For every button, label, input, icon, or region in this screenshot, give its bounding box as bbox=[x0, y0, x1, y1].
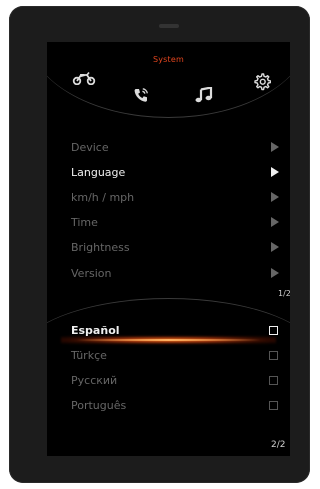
language-page-indicator: 2/2 bbox=[271, 440, 286, 450]
motorcycle-icon bbox=[72, 72, 96, 85]
tab-motorcycle[interactable] bbox=[71, 65, 97, 91]
language-checkbox-espanol[interactable] bbox=[269, 326, 278, 335]
speaker-grille bbox=[159, 24, 179, 28]
chevron-right-icon bbox=[271, 192, 279, 202]
gear-icon bbox=[254, 73, 271, 91]
tab-phone[interactable] bbox=[128, 82, 154, 108]
menu-item-brightness[interactable]: Brightness bbox=[71, 241, 130, 254]
chevron-right-icon bbox=[271, 217, 279, 227]
tab-settings[interactable] bbox=[249, 69, 275, 95]
menu-item-time[interactable]: Time bbox=[71, 216, 98, 229]
menu-item-version[interactable]: Version bbox=[71, 267, 111, 280]
language-option-russian[interactable]: Русский bbox=[71, 374, 117, 387]
language-option-portugues[interactable]: Português bbox=[71, 399, 126, 412]
language-option-espanol[interactable]: Español bbox=[71, 324, 120, 337]
language-checkbox-turkce[interactable] bbox=[269, 351, 278, 360]
menu-item-speed-unit[interactable]: km/h / mph bbox=[71, 191, 134, 204]
screen: System Device Language km/h / mph Time B… bbox=[47, 42, 290, 456]
chevron-right-icon bbox=[271, 242, 279, 252]
music-note-icon bbox=[195, 87, 213, 103]
device-frame: System Device Language km/h / mph Time B… bbox=[9, 6, 310, 483]
phone-icon bbox=[134, 88, 148, 102]
chevron-right-icon bbox=[271, 268, 279, 278]
tab-music[interactable] bbox=[191, 82, 217, 108]
chevron-right-icon bbox=[271, 167, 279, 177]
language-option-turkce[interactable]: Türkçe bbox=[71, 349, 107, 362]
menu-item-device[interactable]: Device bbox=[71, 141, 109, 154]
menu-item-language[interactable]: Language bbox=[71, 166, 125, 179]
language-checkbox-russian[interactable] bbox=[269, 376, 278, 385]
page-title: System bbox=[152, 55, 185, 64]
language-checkbox-portugues[interactable] bbox=[269, 401, 278, 410]
selection-glow-line bbox=[77, 339, 260, 341]
menu-page-indicator: 1/2 bbox=[278, 289, 290, 298]
chevron-right-icon bbox=[271, 142, 279, 152]
